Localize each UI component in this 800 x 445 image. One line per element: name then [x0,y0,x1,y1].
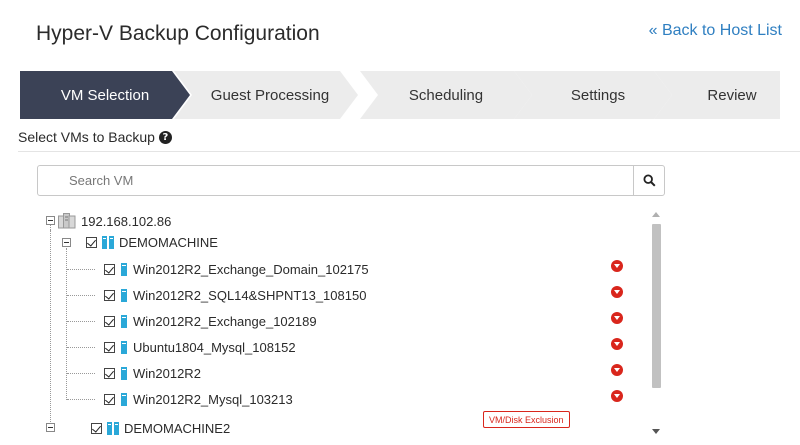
vm-checkbox[interactable] [104,393,115,405]
tree-vm-node[interactable]: Win2012R2_SQL14&SHPNT13_108150 [104,286,366,304]
disk-exclusion-icon[interactable] [611,286,623,298]
hyperv-host-icon [107,421,119,435]
vm-name: Win2012R2 [133,365,201,381]
vm-icon [121,392,127,406]
vm-name: Win2012R2_SQL14&SHPNT13_108150 [133,287,367,303]
vm-checkbox[interactable] [104,289,115,301]
tree-guide [67,399,95,400]
vm-icon [121,340,127,354]
step-scheduling[interactable]: Scheduling [360,71,532,119]
vm-checkbox[interactable] [104,341,115,353]
select-vms-heading: Select VMs to Backup ? [18,129,172,145]
tree-guide [67,269,95,270]
divider [18,151,800,152]
tree-guide [67,321,95,322]
tree-vm-node[interactable]: Win2012R2 [104,364,201,382]
vm-checkbox[interactable] [104,315,115,327]
group-collapse-toggle[interactable] [46,423,55,432]
group-collapse-toggle[interactable] [62,238,71,247]
tree-guide [67,373,95,374]
tree-guide [67,295,95,296]
tree-guide [50,230,51,432]
vm-disk-exclusion-tag[interactable]: VM/Disk Exclusion [483,411,570,428]
step-label: VM Selection [60,86,150,104]
vm-name: Ubuntu1804_Mysql_108152 [133,339,296,355]
vm-icon [121,366,127,380]
tree-vm-node[interactable]: Win2012R2_Mysql_103213 [104,390,293,408]
vm-name: Win2012R2_Exchange_102189 [133,313,317,329]
vm-icon [121,262,127,276]
vm-name: Win2012R2_Mysql_103213 [133,391,293,407]
search-input[interactable] [38,166,633,195]
scroll-down-arrow[interactable] [652,429,660,434]
scroll-up-arrow[interactable] [652,212,660,217]
disk-exclusion-icon[interactable] [611,364,623,376]
step-label: Guest Processing [210,86,330,104]
search-bar [37,165,665,196]
vm-icon [121,314,127,328]
tree-group-node[interactable]: DEMOMACHINE [86,233,218,251]
vm-checkbox[interactable] [104,367,115,379]
vm-name: Win2012R2_Exchange_Domain_102175 [133,261,369,277]
hyperv-host-icon [102,235,114,249]
step-label: Review [707,86,757,104]
step-label: Scheduling [408,86,484,104]
vm-checkbox[interactable] [104,263,115,275]
step-vm-selection[interactable]: VM Selection [20,71,190,119]
scroll-thumb[interactable] [652,224,661,388]
disk-exclusion-icon[interactable] [611,390,623,402]
vm-icon [121,288,127,302]
vm-tree: 192.168.102.86 DEMOMACHINE Win2012R2_Exc… [36,208,664,445]
disk-exclusion-icon[interactable] [611,312,623,324]
step-settings[interactable]: Settings [514,71,672,119]
select-vms-label: Select VMs to Backup [18,129,155,145]
question-circle-icon[interactable]: ? [158,130,172,144]
tree-vm-node[interactable]: Ubuntu1804_Mysql_108152 [104,338,296,356]
tree-guide [66,248,67,400]
search-button[interactable] [633,166,664,195]
disk-exclusion-icon[interactable] [611,260,623,272]
step-label: Settings [570,86,626,104]
tree-scrollbar[interactable] [649,208,663,438]
group-name: DEMOMACHINE2 [124,420,231,436]
tree-group-node[interactable]: DEMOMACHINE2 [58,419,230,437]
disk-exclusion-icon[interactable] [611,338,623,350]
tree-guide [67,347,95,348]
group-checkbox[interactable] [86,236,97,248]
tree-vm-node[interactable]: Win2012R2_Exchange_102189 [104,312,317,330]
wizard-steps: VM Selection Guest Processing Scheduling… [20,71,780,119]
step-guest-processing[interactable]: Guest Processing [174,71,358,119]
host-ip-label: 192.168.102.86 [81,213,172,229]
group-name: DEMOMACHINE [119,234,218,250]
tree-vm-node[interactable]: Win2012R2_Exchange_Domain_102175 [104,260,369,278]
tree-host-node[interactable]: 192.168.102.86 [58,212,171,230]
back-to-host-list-link[interactable]: « Back to Host List [649,22,782,40]
host-collapse-toggle[interactable] [46,216,55,225]
search-icon [642,174,656,187]
server-cluster-icon [58,213,76,229]
step-review[interactable]: Review [654,71,780,119]
page-title: Hyper-V Backup Configuration [36,22,320,45]
group-checkbox[interactable] [91,422,102,434]
